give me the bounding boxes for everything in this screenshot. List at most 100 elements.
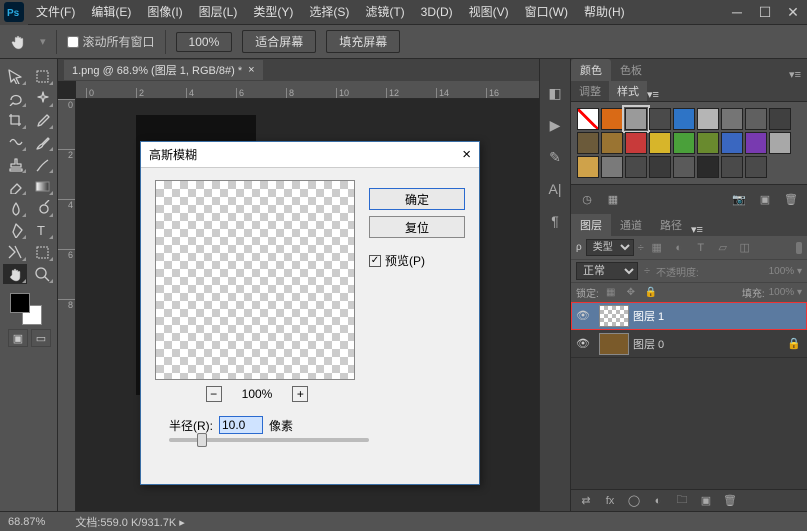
menu-item[interactable]: 类型(Y) [245,0,301,25]
foreground-color[interactable] [10,293,30,313]
pen-tool[interactable] [3,220,27,240]
ok-button[interactable]: 确定 [369,188,465,210]
style-swatch[interactable] [601,156,623,178]
lock-pixels-icon[interactable]: ▦ [603,286,619,300]
layer-thumbnail[interactable] [599,333,629,355]
stamp-tool[interactable] [3,154,27,174]
style-swatch[interactable] [625,132,647,154]
menu-item[interactable]: 文件(F) [28,0,83,25]
style-swatch[interactable] [745,132,767,154]
close-tab-icon[interactable]: × [248,64,254,76]
dodge-tool[interactable] [30,198,54,218]
marquee-tool[interactable] [30,66,54,86]
style-swatch[interactable] [577,108,599,130]
trash-icon[interactable]: 🗑 [781,190,801,210]
style-swatch[interactable] [697,108,719,130]
new-layer-icon[interactable]: ▣ [695,492,717,510]
preview-checkbox[interactable]: ✓预览(P) [369,244,465,269]
tab-adjustments[interactable]: 调整 [571,81,609,101]
style-swatch[interactable] [745,156,767,178]
fit-screen-button[interactable]: 适合屏幕 [242,30,316,53]
style-swatch[interactable] [577,156,599,178]
brush-tool[interactable] [30,132,54,152]
filter-pixel-icon[interactable]: ▦ [648,240,666,256]
tab-color[interactable]: 颜色 [571,59,611,81]
new-fill-icon[interactable]: ◐ [647,492,669,510]
style-swatch[interactable] [745,108,767,130]
history-brush-tool[interactable] [30,154,54,174]
layer-mask-icon[interactable]: ◯ [623,492,645,510]
scroll-all-windows-checkbox[interactable]: 滚动所有窗口 [67,33,155,50]
panel-menu-icon[interactable]: ▾≡ [691,223,703,236]
link-layers-icon[interactable]: ⇄ [575,492,597,510]
lasso-tool[interactable] [3,88,27,108]
menu-item[interactable]: 编辑(E) [83,0,139,25]
hand-tool[interactable] [3,264,27,284]
style-swatch[interactable] [649,156,671,178]
collapsed-play-icon[interactable]: ▶ [540,109,570,141]
dialog-close-icon[interactable]: × [462,146,471,163]
collapsed-paragraph-icon[interactable]: ¶ [540,205,570,237]
visibility-icon[interactable]: 👁 [571,309,595,322]
layer-name[interactable]: 图层 1 [633,308,664,324]
filter-toggle[interactable] [796,242,802,254]
menu-item[interactable]: 滤镜(T) [357,0,412,25]
filter-smart-icon[interactable]: ◫ [736,240,754,256]
screenmode-toggle[interactable]: ▭ [31,329,51,347]
blur-tool[interactable] [3,198,27,218]
tab-styles[interactable]: 样式 [609,81,647,101]
layer-filter-type[interactable]: 类型 [586,239,634,256]
collapsed-brush-icon[interactable]: ✎ [540,141,570,173]
actions-icon[interactable]: ▦ [603,190,623,210]
radius-slider[interactable] [169,438,369,442]
eyedropper-tool[interactable] [30,110,54,130]
status-doc-info[interactable]: 文档:559.0 K/931.7K ▸ [75,514,184,530]
style-swatch[interactable] [649,132,671,154]
document-tab[interactable]: 1.png @ 68.9% (图层 1, RGB/8#) * × [64,60,263,80]
minimize-button[interactable]: ─ [723,0,751,25]
layer-item[interactable]: 👁 图层 1 [571,302,807,330]
path-tool[interactable] [3,242,27,262]
style-swatch[interactable] [625,156,647,178]
tab-channels[interactable]: 通道 [611,214,651,236]
style-swatch[interactable] [577,132,599,154]
blend-mode-select[interactable]: 正常 [576,262,638,280]
dialog-preview[interactable] [155,180,355,380]
menu-item[interactable]: 图像(I) [139,0,190,25]
filter-shape-icon[interactable]: ▱ [714,240,732,256]
style-swatch[interactable] [673,108,695,130]
move-tool[interactable] [3,66,27,86]
style-swatch[interactable] [697,156,719,178]
radius-input[interactable] [219,416,263,434]
status-zoom[interactable]: 68.87% [8,516,45,528]
style-swatch[interactable] [721,132,743,154]
maximize-button[interactable]: ☐ [751,0,779,25]
delete-layer-icon[interactable]: 🗑 [719,492,741,510]
filter-type-icon[interactable]: T [692,240,710,256]
camera-icon[interactable]: 📷 [729,190,749,210]
style-swatch[interactable] [721,108,743,130]
menu-item[interactable]: 窗口(W) [517,0,576,25]
menu-item[interactable]: 帮助(H) [576,0,633,25]
zoom-100-button[interactable]: 100% [176,32,233,52]
menu-item[interactable]: 3D(D) [413,0,461,25]
menu-item[interactable]: 选择(S) [301,0,357,25]
style-swatch[interactable] [769,132,791,154]
type-tool[interactable]: T [30,220,54,240]
layer-thumbnail[interactable] [599,305,629,327]
reset-button[interactable]: 复位 [369,216,465,238]
zoom-tool[interactable] [30,264,54,284]
style-swatch[interactable] [625,108,647,130]
tab-paths[interactable]: 路径 [651,214,691,236]
filter-adjust-icon[interactable]: ◐ [670,240,688,256]
healing-tool[interactable] [3,132,27,152]
eraser-tool[interactable] [3,176,27,196]
wand-tool[interactable] [30,88,54,108]
style-swatch[interactable] [721,156,743,178]
style-swatch[interactable] [769,108,791,130]
collapsed-type-icon[interactable]: A| [540,173,570,205]
collapsed-color-icon[interactable]: ◧ [540,77,570,109]
zoom-in-button[interactable]: + [292,386,308,402]
style-swatch[interactable] [673,132,695,154]
lock-position-icon[interactable]: ✥ [623,286,639,300]
